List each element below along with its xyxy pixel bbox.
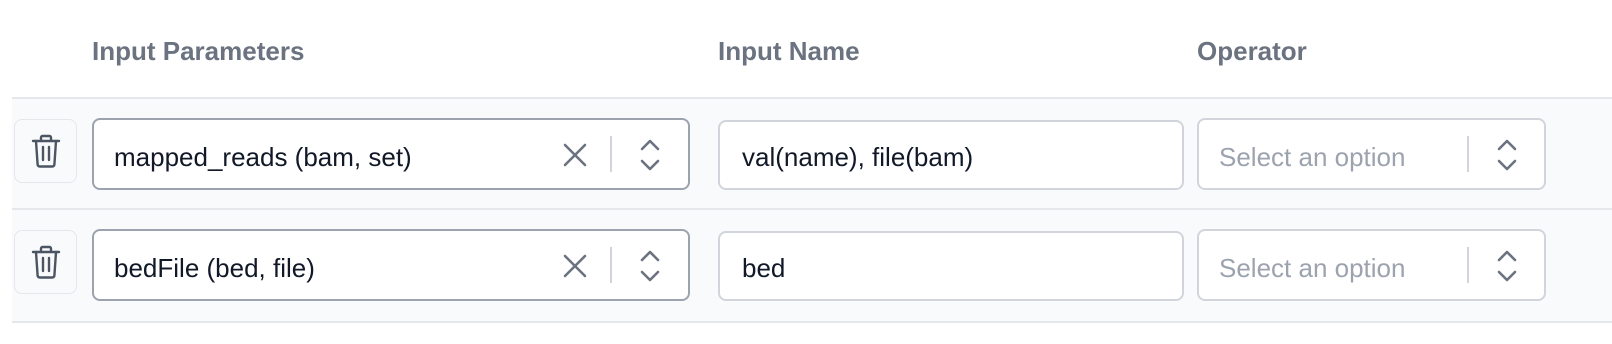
input-name-value: val(name), file(bam) <box>742 142 974 172</box>
input-name-field[interactable]: bed <box>718 231 1184 301</box>
input-name-field[interactable]: val(name), file(bam) <box>718 120 1184 190</box>
chevron-up-down-icon[interactable] <box>638 136 662 174</box>
delete-row-button[interactable] <box>14 230 77 294</box>
input-parameter-select[interactable]: bedFile (bed, file) <box>92 229 690 301</box>
chevron-up-down-icon[interactable] <box>1495 136 1519 174</box>
operator-select[interactable]: Select an option <box>1197 118 1546 190</box>
header-input-name: Input Name <box>718 36 860 66</box>
select-divider <box>610 247 612 283</box>
table-row: mapped_reads (bam, set) val(name), file(… <box>12 97 1612 210</box>
select-divider <box>1467 136 1469 172</box>
chevron-up-down-icon[interactable] <box>638 247 662 285</box>
input-parameter-select[interactable]: mapped_reads (bam, set) <box>92 118 690 190</box>
delete-row-button[interactable] <box>14 119 77 183</box>
input-parameters-table: Input Parameters Input Name Operator map… <box>0 0 1612 344</box>
select-divider <box>610 136 612 172</box>
trash-icon <box>31 134 60 168</box>
close-icon[interactable] <box>560 140 590 170</box>
header-input-parameters: Input Parameters <box>92 36 305 66</box>
trash-icon <box>31 245 60 279</box>
operator-placeholder: Select an option <box>1219 142 1406 172</box>
close-icon[interactable] <box>560 251 590 281</box>
input-parameter-value: mapped_reads (bam, set) <box>114 142 412 172</box>
table-row: bedFile (bed, file) bed Select an option <box>12 208 1612 323</box>
operator-placeholder: Select an option <box>1219 253 1406 283</box>
select-divider <box>1467 247 1469 283</box>
header-operator: Operator <box>1197 36 1307 66</box>
operator-select[interactable]: Select an option <box>1197 229 1546 301</box>
input-name-value: bed <box>742 253 786 283</box>
chevron-up-down-icon[interactable] <box>1495 247 1519 285</box>
table-header: Input Parameters Input Name Operator <box>0 0 1612 98</box>
input-parameter-value: bedFile (bed, file) <box>114 253 315 283</box>
